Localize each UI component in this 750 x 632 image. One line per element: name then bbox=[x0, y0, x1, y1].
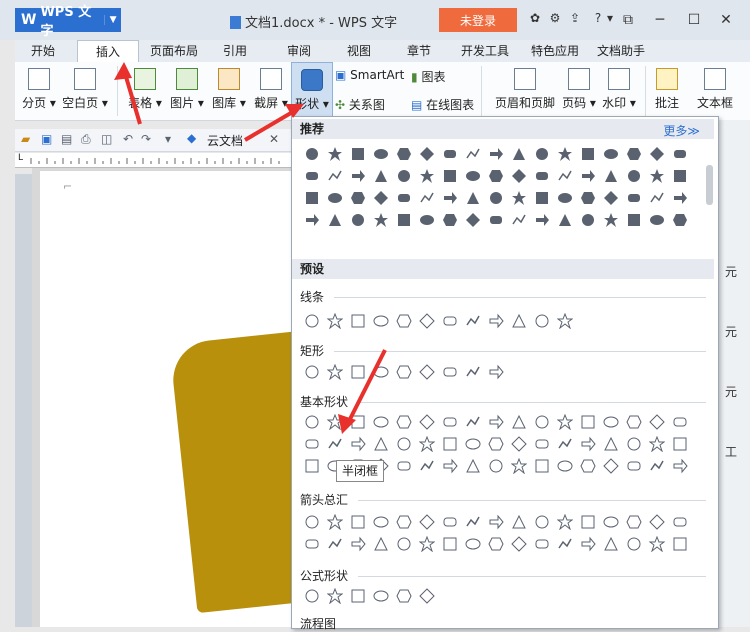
annotation-arrowhead bbox=[114, 62, 132, 80]
annotation-arrowhead bbox=[338, 414, 356, 434]
annotation-arrows bbox=[114, 62, 387, 434]
annotation-arrow-shapes bbox=[243, 108, 298, 142]
annotation-arrow-half-frame bbox=[345, 349, 387, 426]
